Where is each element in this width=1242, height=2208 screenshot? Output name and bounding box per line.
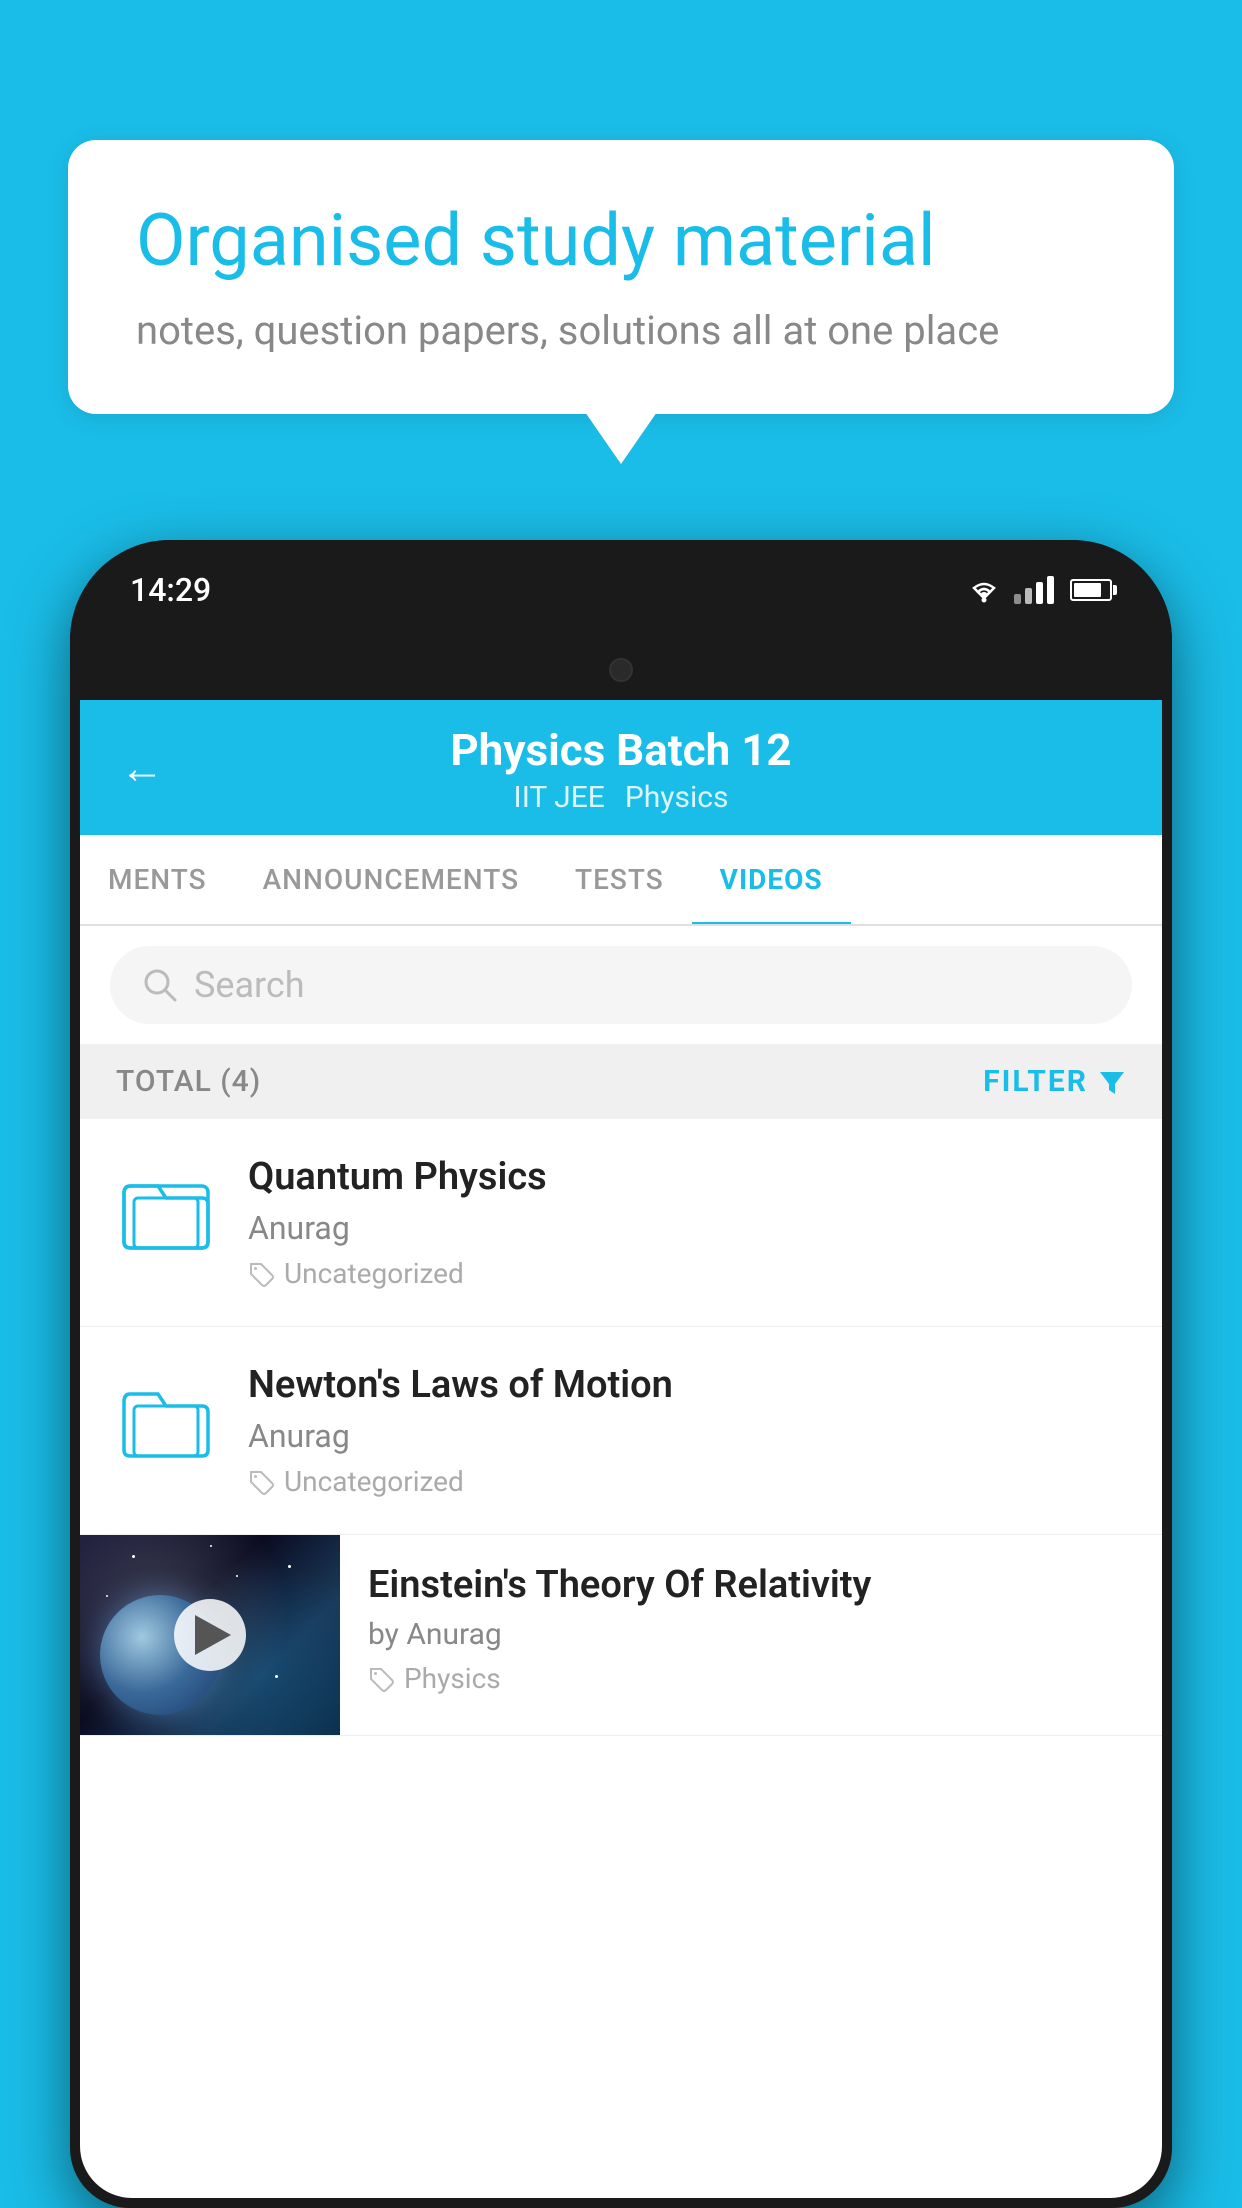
- video-tag: Uncategorized: [248, 1257, 1126, 1290]
- tab-videos[interactable]: VIDEOS: [692, 835, 851, 924]
- search-icon: [142, 967, 178, 1003]
- video-tag: Uncategorized: [248, 1465, 1126, 1498]
- status-bar: 14:29: [70, 540, 1172, 640]
- video-info: Newton's Laws of Motion Anurag Uncategor…: [248, 1363, 1126, 1498]
- page-title: Physics Batch 12: [450, 724, 791, 776]
- video-tag: Physics: [368, 1662, 1134, 1695]
- battery-icon: [1070, 579, 1112, 601]
- search-bar[interactable]: Search: [110, 946, 1132, 1024]
- phone-screen: ← Physics Batch 12 IIT JEE Physics MENTS…: [80, 700, 1162, 2198]
- notch: [541, 644, 701, 696]
- tab-ments[interactable]: MENTS: [80, 835, 235, 924]
- tag-icon: [248, 1261, 274, 1287]
- page-subtitle: IIT JEE Physics: [514, 780, 729, 815]
- status-time: 14:29: [130, 571, 211, 609]
- list-item[interactable]: Einstein's Theory Of Relativity by Anura…: [80, 1535, 1162, 1736]
- notch-area: [70, 640, 1172, 700]
- video-title: Quantum Physics: [248, 1155, 1126, 1199]
- video-info: Quantum Physics Anurag Uncategorized: [248, 1155, 1126, 1290]
- speech-bubble-title: Organised study material: [136, 200, 1106, 283]
- phone-frame: 14:29: [70, 540, 1172, 2208]
- filter-bar: TOTAL (4) FILTER: [80, 1044, 1162, 1119]
- tag-icon: [248, 1469, 274, 1495]
- video-list: Quantum Physics Anurag Uncategorized: [80, 1119, 1162, 1736]
- tabs-container: MENTS ANNOUNCEMENTS TESTS VIDEOS: [80, 835, 1162, 926]
- video-author: Anurag: [248, 1209, 1126, 1247]
- bubble-arrow: [585, 412, 657, 464]
- tab-announcements[interactable]: ANNOUNCEMENTS: [235, 835, 547, 924]
- list-item[interactable]: Newton's Laws of Motion Anurag Uncategor…: [80, 1327, 1162, 1535]
- video-title: Einstein's Theory Of Relativity: [368, 1563, 1134, 1607]
- filter-icon: [1098, 1068, 1126, 1096]
- video-title: Newton's Laws of Motion: [248, 1363, 1126, 1407]
- tab-tests[interactable]: TESTS: [547, 835, 692, 924]
- video-info-thumb: Einstein's Theory Of Relativity by Anura…: [340, 1535, 1162, 1723]
- app-header: ← Physics Batch 12 IIT JEE Physics: [80, 700, 1162, 835]
- search-container: Search: [80, 926, 1162, 1044]
- subtitle-iit: IIT JEE: [514, 780, 605, 815]
- video-thumb-icon: [116, 1363, 216, 1473]
- filter-button[interactable]: FILTER: [983, 1064, 1126, 1099]
- speech-bubble-subtitle: notes, question papers, solutions all at…: [136, 307, 1106, 354]
- subtitle-physics: Physics: [625, 780, 729, 815]
- search-placeholder: Search: [194, 964, 305, 1006]
- camera: [609, 658, 633, 682]
- status-icons: [966, 576, 1112, 604]
- list-item[interactable]: Quantum Physics Anurag Uncategorized: [80, 1119, 1162, 1327]
- speech-bubble: Organised study material notes, question…: [68, 140, 1174, 414]
- speech-bubble-wrapper: Organised study material notes, question…: [68, 140, 1174, 464]
- back-button[interactable]: ←: [120, 742, 164, 794]
- video-author: Anurag: [248, 1417, 1126, 1455]
- play-triangle-icon: [195, 1615, 231, 1655]
- wifi-icon: [966, 576, 1002, 604]
- video-author: by Anurag: [368, 1617, 1134, 1652]
- video-thumbnail: [80, 1535, 340, 1735]
- signal-icon: [1014, 576, 1054, 604]
- folder-icon: [122, 1166, 210, 1254]
- video-thumb-icon: [116, 1155, 216, 1265]
- total-count: TOTAL (4): [116, 1064, 261, 1099]
- play-button[interactable]: [174, 1599, 246, 1671]
- folder-icon: [122, 1374, 210, 1462]
- tag-icon: [368, 1666, 394, 1692]
